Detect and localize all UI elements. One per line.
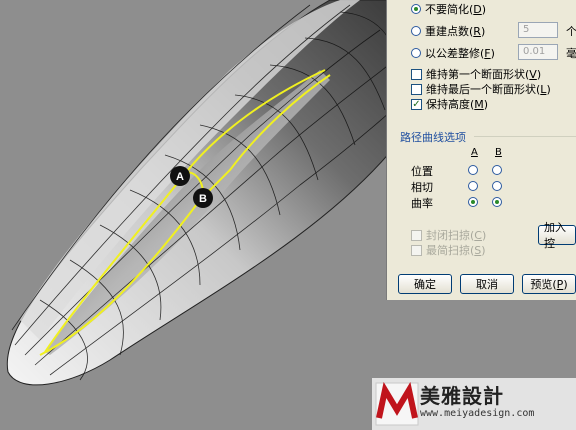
marker-b[interactable]: B xyxy=(193,188,213,208)
cancel-button[interactable]: 取消 xyxy=(460,274,514,294)
marker-a[interactable]: A xyxy=(170,166,190,186)
rebuild-points-unit: 个 xyxy=(566,25,576,38)
watermark: 美雅設計 www.meiyadesign.com xyxy=(372,378,576,430)
ok-button[interactable]: 确定 xyxy=(398,274,452,294)
check-simple-sweep-label: 最简扫掠 xyxy=(426,244,470,257)
option-rebuild-points-label: 重建点数 xyxy=(425,25,469,38)
option-no-simplify[interactable]: 不要简化(D) xyxy=(411,1,486,17)
radio-refit-tolerance[interactable] xyxy=(411,48,421,58)
column-a-header: A xyxy=(471,147,478,158)
preview-button[interactable]: 预览(P) xyxy=(522,274,576,294)
watermark-title: 美雅設計 xyxy=(420,384,504,408)
check-keep-height-key: M xyxy=(474,97,484,111)
radio-no-simplify[interactable] xyxy=(411,4,421,14)
check-keep-last-shape-key: L xyxy=(540,82,547,96)
option-no-simplify-label: 不要简化 xyxy=(425,3,469,16)
checkbox-closed-sweep xyxy=(411,229,422,241)
preview-button-label: 预览 xyxy=(530,278,553,291)
check-keep-first-shape-key: V xyxy=(529,67,537,81)
checkbox-keep-first-shape[interactable] xyxy=(411,68,422,80)
radio-position-b[interactable] xyxy=(492,165,502,175)
check-closed-sweep-key: C xyxy=(474,228,482,242)
check-keep-height[interactable]: ✓ 保持高度(M) xyxy=(411,96,488,112)
option-rebuild-points-key: R xyxy=(473,24,481,38)
radio-tangent-b[interactable] xyxy=(492,181,502,191)
option-refit-tolerance-key: F xyxy=(484,46,491,60)
option-rebuild-points[interactable]: 重建点数(R) xyxy=(411,23,485,39)
check-simple-sweep: 最简扫掠(S) xyxy=(411,242,486,258)
check-simple-sweep-key: S xyxy=(474,243,482,257)
section-divider xyxy=(474,136,576,137)
column-b-header: B xyxy=(495,147,502,158)
check-keep-last-shape[interactable]: 维持最后一个断面形状(L) xyxy=(411,81,551,97)
checkbox-keep-last-shape[interactable] xyxy=(411,83,422,95)
radio-curvature-a[interactable] xyxy=(468,197,478,207)
check-keep-height-label: 保持高度 xyxy=(426,98,470,111)
check-closed-sweep-label: 封闭扫掠 xyxy=(426,229,470,242)
radio-position-a[interactable] xyxy=(468,165,478,175)
watermark-url: www.meiyadesign.com xyxy=(420,408,535,419)
tolerance-unit: 毫 xyxy=(566,47,576,60)
tolerance-input[interactable]: 0.01 xyxy=(518,44,558,60)
check-keep-first-shape-label: 维持第一个断面形状 xyxy=(426,68,525,81)
row-curvature-label: 曲率 xyxy=(411,197,433,210)
check-keep-first-shape[interactable]: 维持第一个断面形状(V) xyxy=(411,66,541,82)
add-control-button[interactable]: 加入控 xyxy=(538,221,576,250)
preview-button-key: P xyxy=(556,277,564,291)
radio-curvature-b[interactable] xyxy=(492,197,502,207)
row-position-label: 位置 xyxy=(411,165,433,178)
option-refit-tolerance-label: 以公差整修 xyxy=(425,47,480,60)
option-no-simplify-key: D xyxy=(473,2,482,16)
path-curve-section-title: 路径曲线选项 xyxy=(400,131,466,144)
radio-rebuild-points[interactable] xyxy=(411,26,421,36)
watermark-logo-icon xyxy=(375,382,419,426)
marker-a-label: A xyxy=(176,171,184,183)
checkbox-keep-height[interactable]: ✓ xyxy=(411,98,422,110)
option-refit-tolerance[interactable]: 以公差整修(F) xyxy=(411,45,495,61)
row-tangent-label: 相切 xyxy=(411,181,433,194)
check-closed-sweep: 封闭扫掠(C) xyxy=(411,227,486,243)
radio-tangent-a[interactable] xyxy=(468,181,478,191)
rebuild-points-input[interactable]: 5 xyxy=(518,22,558,38)
checkbox-simple-sweep xyxy=(411,244,422,256)
check-keep-last-shape-label: 维持最后一个断面形状 xyxy=(426,83,536,96)
marker-b-label: B xyxy=(199,193,207,205)
